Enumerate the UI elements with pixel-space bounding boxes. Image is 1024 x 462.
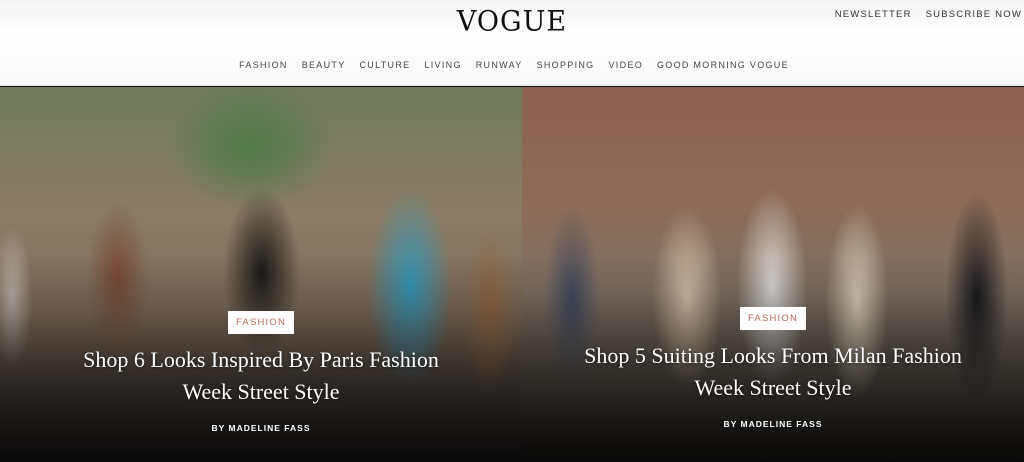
category-badge[interactable]: FASHION xyxy=(739,307,807,330)
subscribe-now-link[interactable]: SUBSCRIBE NOW xyxy=(926,9,1022,20)
nav-item-shopping[interactable]: SHOPPING xyxy=(537,60,595,70)
story-text: FASHION Shop 5 Suiting Looks From Milan … xyxy=(522,307,1024,429)
story-headline[interactable]: Shop 5 Suiting Looks From Milan Fashion … xyxy=(562,340,984,404)
newsletter-link[interactable]: NEWSLETTER xyxy=(835,9,912,20)
story-byline[interactable]: BY MADELINE FASS xyxy=(562,419,984,429)
main-nav: FASHION BEAUTY CULTURE LIVING RUNWAY SHO… xyxy=(0,60,1024,70)
story-byline[interactable]: BY MADELINE FASS xyxy=(60,423,462,433)
nav-item-good-morning-vogue[interactable]: GOOD MORNING VOGUE xyxy=(657,60,789,70)
nav-item-living[interactable]: LIVING xyxy=(424,60,461,70)
nav-item-fashion[interactable]: FASHION xyxy=(239,60,288,70)
story-card[interactable]: FASHION Shop 6 Looks Inspired By Paris F… xyxy=(0,87,522,462)
nav-item-video[interactable]: VIDEO xyxy=(608,60,643,70)
category-badge[interactable]: FASHION xyxy=(227,311,295,334)
nav-item-runway[interactable]: RUNWAY xyxy=(476,60,523,70)
site-header: VOGUE NEWSLETTER SUBSCRIBE NOW FASHION B… xyxy=(0,0,1024,86)
story-card[interactable]: FASHION Shop 5 Suiting Looks From Milan … xyxy=(522,87,1024,462)
story-headline[interactable]: Shop 6 Looks Inspired By Paris Fashion W… xyxy=(60,344,462,408)
nav-item-beauty[interactable]: BEAUTY xyxy=(302,60,346,70)
header-top-links: NEWSLETTER SUBSCRIBE NOW xyxy=(835,9,1022,20)
story-text: FASHION Shop 6 Looks Inspired By Paris F… xyxy=(0,311,522,433)
nav-item-culture[interactable]: CULTURE xyxy=(360,60,411,70)
